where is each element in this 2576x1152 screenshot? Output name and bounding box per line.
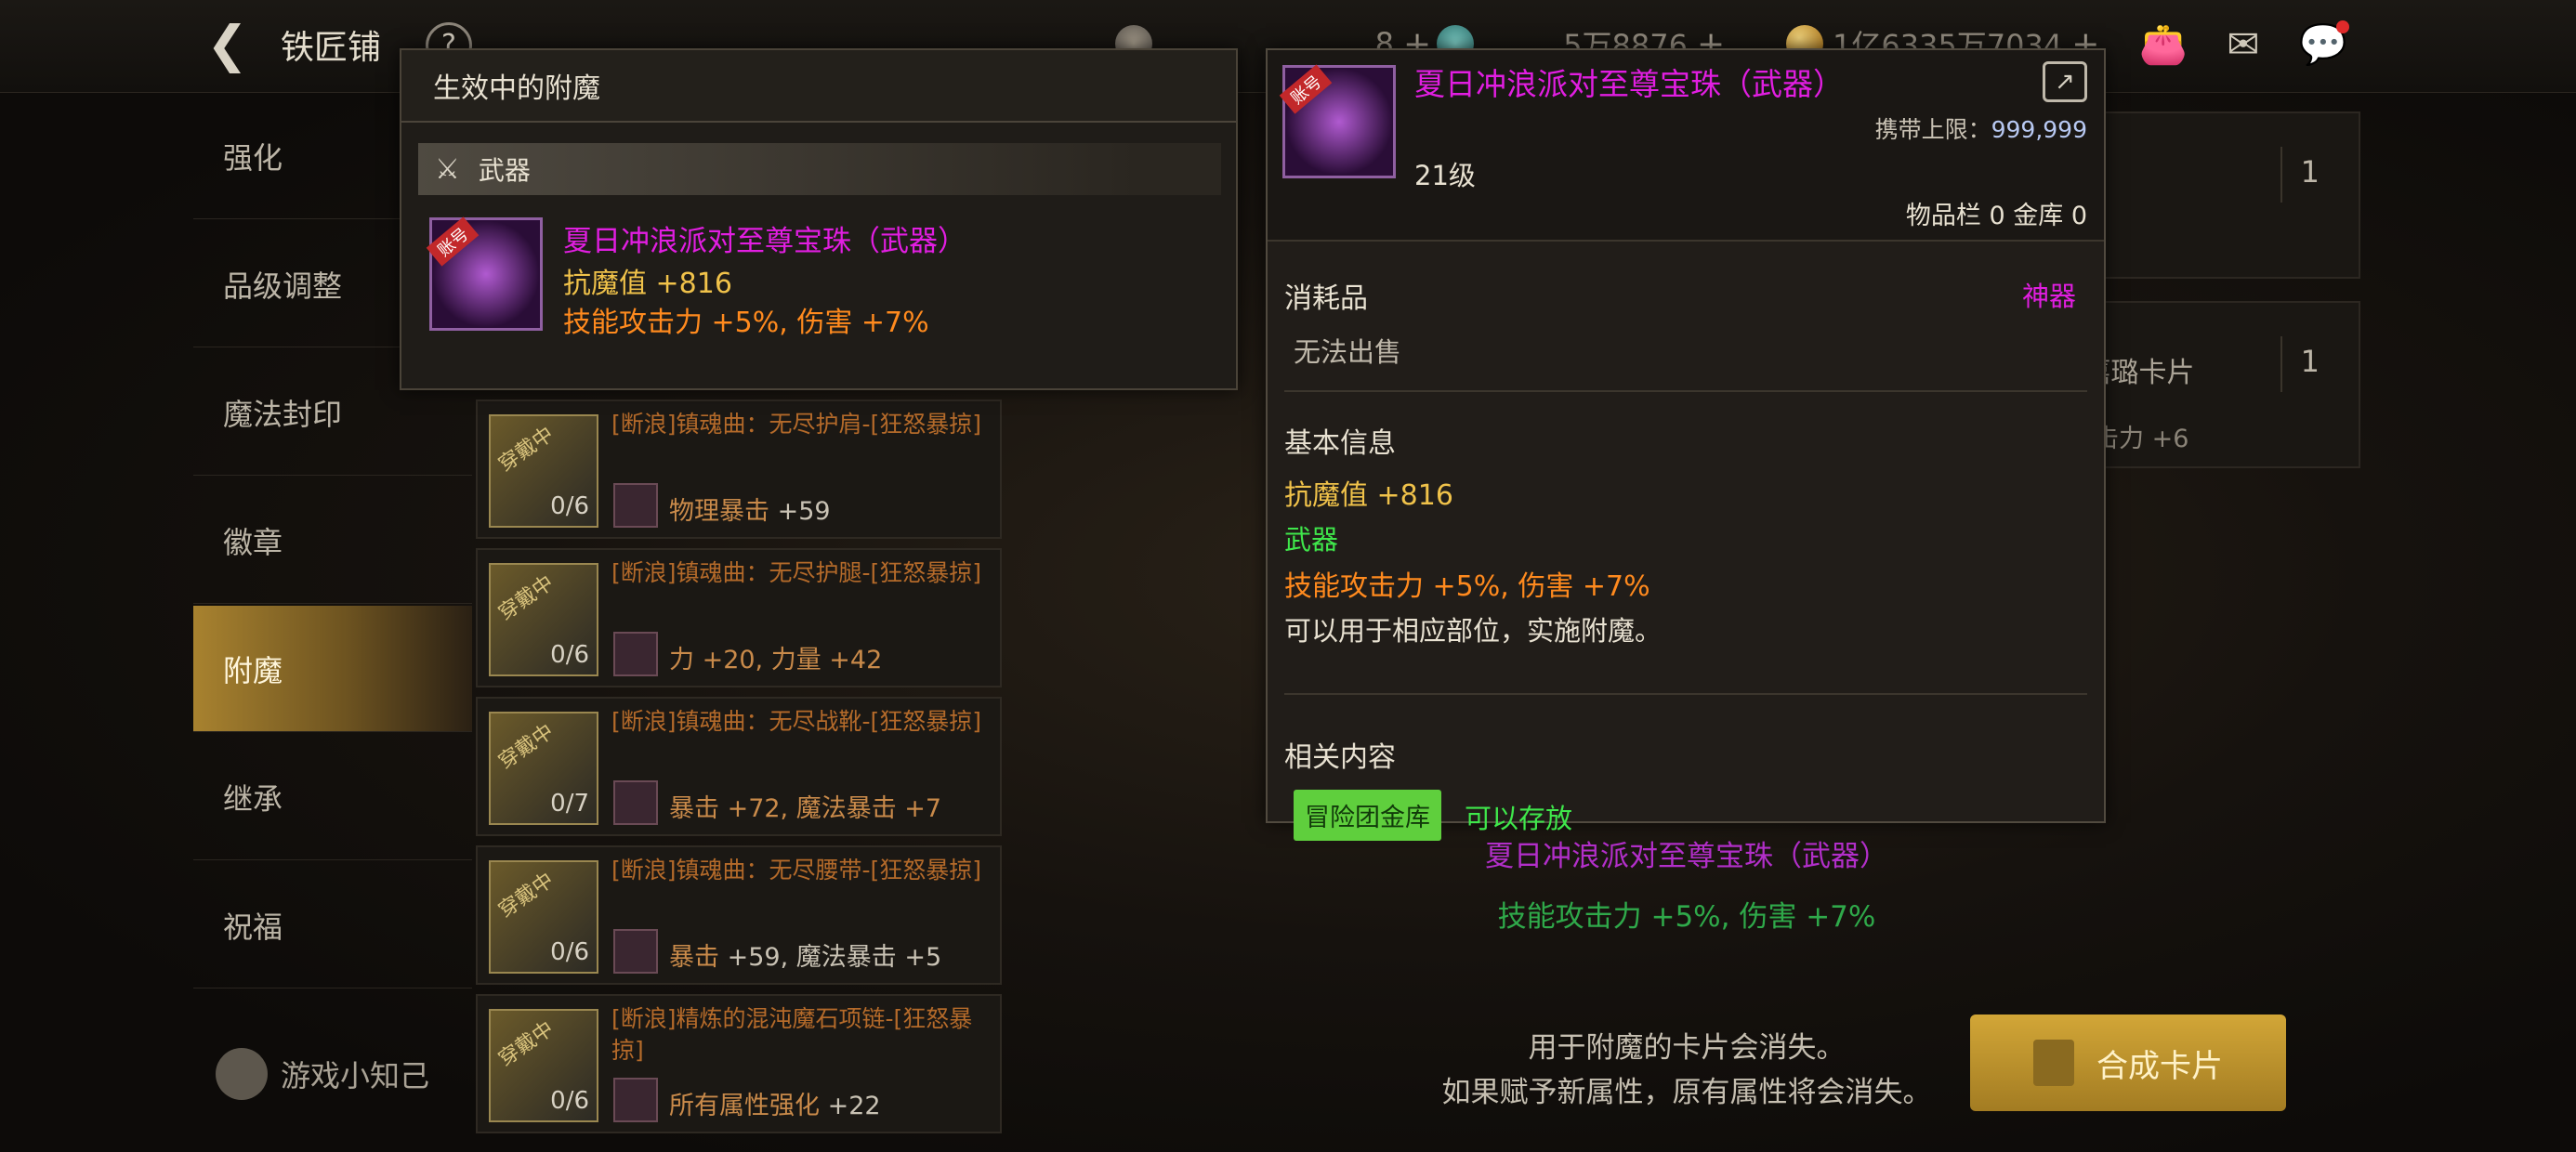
item-level: 21级 bbox=[1414, 160, 1476, 191]
item-stat: 技能攻击力 +5%, 伤害 +7% bbox=[1284, 570, 1650, 603]
slot-header: ⚔ 武器 bbox=[418, 143, 1221, 195]
item-description: 可以用于相应部位，实施附魔。 bbox=[1284, 615, 1663, 647]
item-stat: 抗魔值 +816 bbox=[1284, 479, 1453, 512]
card-icon bbox=[613, 929, 658, 974]
item-slot: 武器 bbox=[1284, 524, 1339, 556]
equipment-thumbnail: 穿戴中 0/6 bbox=[489, 414, 598, 528]
carry-limit: 携带上限：999,999 bbox=[1874, 116, 2087, 143]
list-item[interactable]: 穿戴中 0/7 [断浪]镇魂曲：无尽战靴-[狂怒暴掠] 暴击 +72, 魔法暴击… bbox=[476, 697, 1002, 836]
sidebar-item-inherit[interactable]: 继承 bbox=[193, 734, 472, 860]
combine-card-button[interactable]: 合成卡片 bbox=[1970, 1015, 2286, 1111]
card-icon bbox=[613, 1078, 658, 1122]
equipment-thumbnail: 穿戴中 0/6 bbox=[489, 860, 598, 974]
account-badge: 账号 bbox=[1279, 64, 1333, 114]
item-title: [断浪]精炼的混沌魔石项链-[狂怒暴掠] bbox=[611, 1005, 973, 1064]
wallet-icon[interactable]: 👛 bbox=[2137, 19, 2189, 71]
back-arrow-icon[interactable]: ❮ bbox=[206, 17, 262, 72]
item-stat: 技能攻击力 +5%, 伤害 +7% bbox=[563, 307, 929, 339]
game-tips-button[interactable]: 游戏小知己 bbox=[216, 1048, 429, 1100]
equipment-thumbnail: 穿戴中 0/6 bbox=[489, 563, 598, 676]
sell-status: 无法出售 bbox=[1294, 336, 1402, 368]
account-badge: 账号 bbox=[426, 216, 480, 267]
item-title: [断浪]镇魂曲：无尽护肩-[狂怒暴掠] bbox=[611, 411, 982, 438]
card-icon bbox=[613, 632, 658, 676]
sidebar-item-blessing[interactable]: 祝福 bbox=[193, 862, 472, 988]
sword-icon: ⚔ bbox=[435, 152, 460, 186]
enchant-preview: 夏日冲浪派对至尊宝珠（武器） 技能攻击力 +5%, 伤害 +7% bbox=[1069, 832, 2305, 935]
list-item[interactable]: 穿戴中 0/6 [断浪]精炼的混沌魔石项链-[狂怒暴掠] 所有属性强化 +22 bbox=[476, 994, 1002, 1133]
notification-dot bbox=[2336, 20, 2349, 33]
preview-item-name: 夏日冲浪派对至尊宝珠（武器） bbox=[1485, 840, 1888, 873]
preview-item-stat: 技能攻击力 +5%, 伤害 +7% bbox=[1497, 900, 1876, 934]
item-title: [断浪]镇魂曲：无尽腰带-[狂怒暴掠] bbox=[611, 857, 982, 884]
orb-thumbnail: 账号 bbox=[426, 216, 543, 331]
orb-thumbnail: 账号 bbox=[1279, 64, 1396, 178]
item-stat: 所有属性强化 +22 bbox=[669, 1092, 881, 1120]
card-stack-icon bbox=[2033, 1040, 2074, 1086]
share-icon[interactable]: ↗ bbox=[2043, 61, 2087, 102]
related-title: 相关内容 bbox=[1284, 741, 1396, 774]
item-name: 夏日冲浪派对至尊宝珠（武器） bbox=[1414, 66, 1844, 102]
list-item[interactable]: 穿戴中 0/6 [断浪]镇魂曲：无尽护肩-[狂怒暴掠] 物理暴击 +59 bbox=[476, 399, 1002, 539]
chat-icon[interactable]: 💬 bbox=[2297, 19, 2349, 71]
sidebar-item-emblem[interactable]: 徽章 bbox=[193, 478, 472, 604]
equipment-thumbnail: 穿戴中 0/6 bbox=[489, 1009, 598, 1122]
item-stat: 暴击 +72, 魔法暴击 +7 bbox=[669, 794, 942, 823]
storable-text: 可以存放 bbox=[1465, 803, 1573, 834]
page-title: 铁匠铺 bbox=[281, 29, 382, 67]
item-detail-popup: 账号 夏日冲浪派对至尊宝珠（武器） ↗ 携带上限：999,999 21级 物品栏… bbox=[1266, 48, 2106, 841]
item-title: [断浪]镇魂曲：无尽战靴-[狂怒暴掠] bbox=[611, 708, 982, 735]
list-item[interactable]: 穿戴中 0/6 [断浪]镇魂曲：无尽腰带-[狂怒暴掠] 暴击 +59, 魔法暴击… bbox=[476, 845, 1002, 985]
divider bbox=[1284, 693, 2087, 695]
divider bbox=[1284, 390, 2087, 392]
item-stat: 暴击 +59, 魔法暴击 +5 bbox=[669, 943, 942, 972]
item-title: [断浪]镇魂曲：无尽护腿-[狂怒暴掠] bbox=[611, 559, 982, 586]
card-icon bbox=[613, 483, 658, 528]
adventure-vault-badge[interactable]: 冒险团金库 bbox=[1294, 790, 1441, 841]
item-name: 夏日冲浪派对至尊宝珠（武器） bbox=[563, 225, 966, 258]
tips-label: 游戏小知己 bbox=[281, 1058, 430, 1093]
item-category: 消耗品 bbox=[1284, 282, 1368, 315]
list-item[interactable]: 穿戴中 0/6 [断浪]镇魂曲：无尽护腿-[狂怒暴掠] 力 +20, 力量 +4… bbox=[476, 548, 1002, 687]
basic-info-title: 基本信息 bbox=[1284, 427, 1396, 460]
item-stat: 抗魔值 +816 bbox=[563, 268, 732, 300]
mail-icon[interactable]: ✉ bbox=[2217, 19, 2269, 71]
equipment-thumbnail: 穿戴中 0/7 bbox=[489, 712, 598, 825]
sidebar-item-enchant[interactable]: 附魔 bbox=[193, 606, 472, 732]
item-detail-header: 账号 夏日冲浪派对至尊宝珠（武器） ↗ 携带上限：999,999 21级 物品栏… bbox=[1268, 50, 2104, 242]
item-stat: 物理暴击 +59 bbox=[669, 497, 831, 526]
item-stat: 力 +20, 力量 +42 bbox=[669, 646, 883, 674]
popup-title: 生效中的附魔 bbox=[401, 50, 1236, 123]
item-grade: 神器 bbox=[2021, 281, 2076, 312]
storage-count: 物品栏 0 金库 0 bbox=[1905, 202, 2087, 230]
mascot-icon bbox=[216, 1048, 268, 1100]
card-icon bbox=[613, 780, 658, 825]
active-enchant-popup: 生效中的附魔 ⚔ 武器 账号 夏日冲浪派对至尊宝珠（武器） 抗魔值 +816 技… bbox=[400, 48, 1238, 390]
